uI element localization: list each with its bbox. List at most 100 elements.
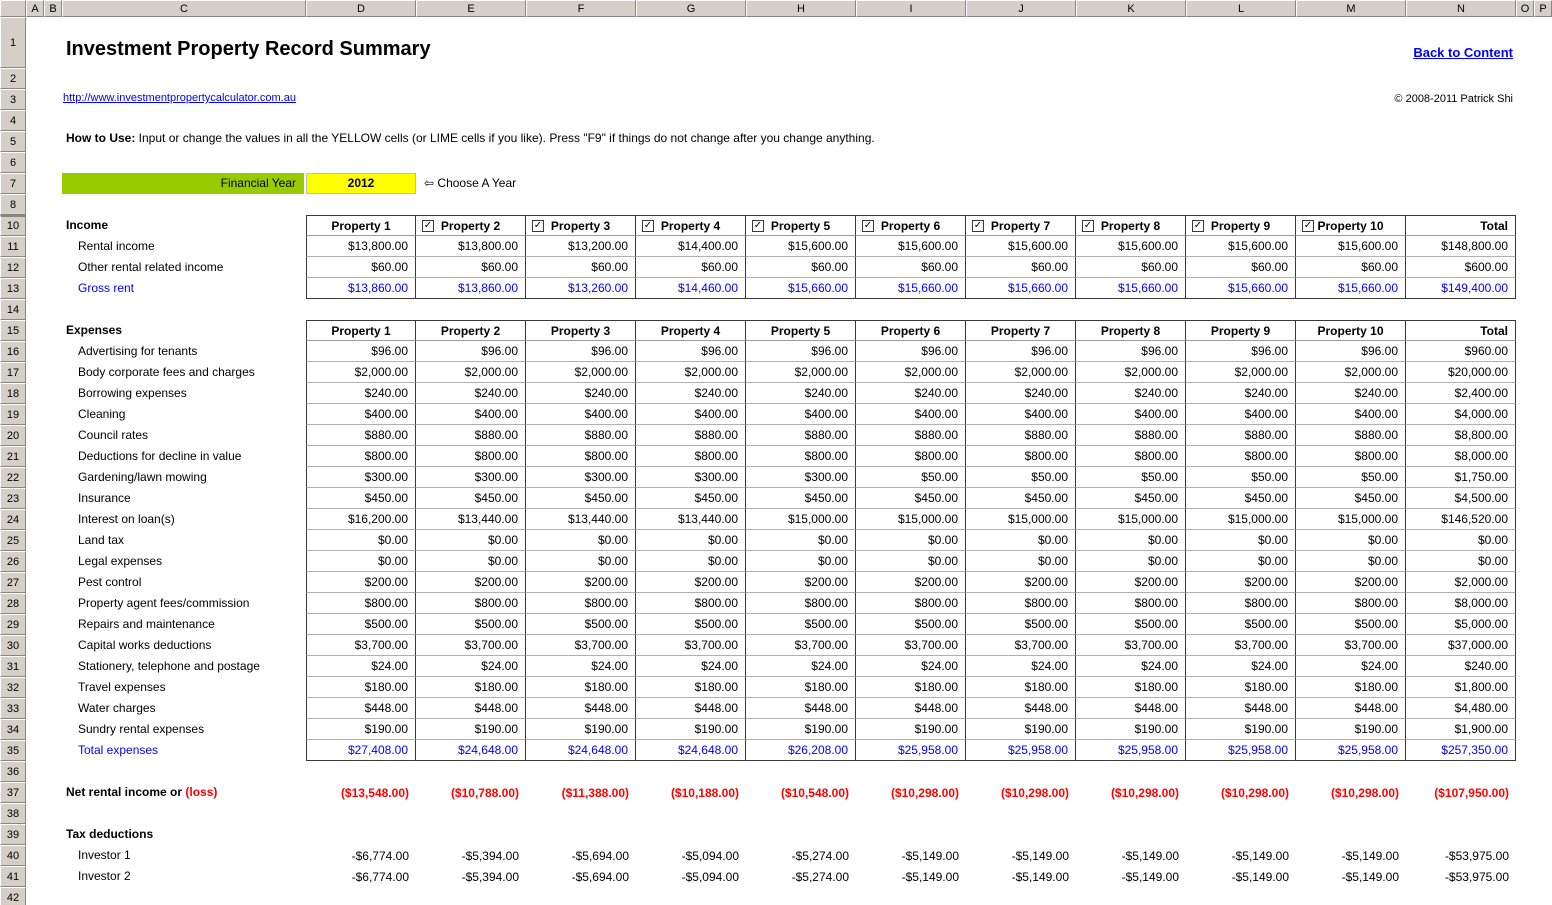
expenses-cell[interactable]: $0.00 xyxy=(526,530,636,551)
income-cell[interactable]: $15,660.00 xyxy=(856,278,966,299)
column-header-K[interactable]: K xyxy=(1076,0,1186,17)
expenses-cell[interactable]: $500.00 xyxy=(746,614,856,635)
expenses-cell[interactable]: $450.00 xyxy=(1186,488,1296,509)
tax-deduction-value-cell[interactable]: -$5,694.00 xyxy=(526,866,636,887)
expenses-cell[interactable]: $180.00 xyxy=(1076,677,1186,698)
expenses-cell[interactable]: $200.00 xyxy=(856,572,966,593)
expenses-cell[interactable]: $24.00 xyxy=(966,656,1076,677)
expenses-cell[interactable]: $448.00 xyxy=(1186,698,1296,719)
row-header-29[interactable]: 29 xyxy=(0,614,26,635)
income-cell[interactable]: $60.00 xyxy=(416,257,526,278)
expenses-cell[interactable]: $448.00 xyxy=(526,698,636,719)
expenses-cell[interactable]: $24.00 xyxy=(746,656,856,677)
expenses-cell[interactable]: $0.00 xyxy=(636,551,746,572)
expenses-cell[interactable]: $24.00 xyxy=(1076,656,1186,677)
expenses-cell[interactable]: $13,440.00 xyxy=(636,509,746,530)
expenses-cell[interactable]: $180.00 xyxy=(966,677,1076,698)
column-header-D[interactable]: D xyxy=(306,0,416,17)
expenses-cell[interactable]: $240.00 xyxy=(1186,383,1296,404)
expenses-cell[interactable]: $400.00 xyxy=(1296,404,1406,425)
website-link[interactable]: http://www.investmentpropertycalculator.… xyxy=(63,92,296,104)
expenses-cell[interactable]: $880.00 xyxy=(1076,425,1186,446)
expenses-cell[interactable]: $500.00 xyxy=(526,614,636,635)
expenses-cell[interactable]: $800.00 xyxy=(1076,446,1186,467)
income-cell[interactable]: $15,600.00 xyxy=(746,236,856,257)
income-column-header[interactable]: Property 1 xyxy=(306,215,416,236)
back-to-content-link[interactable]: Back to Content xyxy=(1413,45,1513,60)
expenses-cell[interactable]: $15,000.00 xyxy=(1296,509,1406,530)
income-cell[interactable]: $15,600.00 xyxy=(1296,236,1406,257)
expenses-cell[interactable]: $15,000.00 xyxy=(1186,509,1296,530)
expenses-cell[interactable]: $3,700.00 xyxy=(1186,635,1296,656)
row-header-30[interactable]: 30 xyxy=(0,635,26,656)
property-checkbox[interactable]: ✓ xyxy=(642,220,654,232)
expenses-cell[interactable]: $0.00 xyxy=(1076,530,1186,551)
column-header-I[interactable]: I xyxy=(856,0,966,17)
expenses-cell[interactable]: $96.00 xyxy=(1186,341,1296,362)
expenses-cell[interactable]: $880.00 xyxy=(526,425,636,446)
row-header-38[interactable]: 38 xyxy=(0,803,26,824)
expenses-column-header[interactable]: Property 9 xyxy=(1186,320,1296,341)
expenses-cell[interactable]: $0.00 xyxy=(856,530,966,551)
expenses-cell[interactable]: $2,000.00 xyxy=(306,362,416,383)
income-column-header[interactable]: ✓Property 3 xyxy=(526,215,636,236)
expenses-cell[interactable]: $8,800.00 xyxy=(1406,425,1516,446)
column-header-F[interactable]: F xyxy=(526,0,636,17)
expenses-cell[interactable]: $0.00 xyxy=(856,551,966,572)
expenses-cell[interactable]: $880.00 xyxy=(746,425,856,446)
expenses-column-header[interactable]: Property 2 xyxy=(416,320,526,341)
expenses-cell[interactable]: $27,408.00 xyxy=(306,740,416,761)
expenses-cell[interactable]: $15,000.00 xyxy=(966,509,1076,530)
expenses-cell[interactable]: $190.00 xyxy=(526,719,636,740)
expenses-cell[interactable]: $448.00 xyxy=(1076,698,1186,719)
expenses-cell[interactable]: $448.00 xyxy=(636,698,746,719)
expenses-cell[interactable]: $146,520.00 xyxy=(1406,509,1516,530)
income-column-header[interactable]: ✓Property 5 xyxy=(746,215,856,236)
column-header-L[interactable]: L xyxy=(1186,0,1296,17)
row-header-31[interactable]: 31 xyxy=(0,656,26,677)
property-checkbox[interactable]: ✓ xyxy=(532,220,544,232)
tax-deduction-value-cell[interactable]: -$5,149.00 xyxy=(1186,845,1296,866)
expenses-cell[interactable]: $24.00 xyxy=(856,656,966,677)
expenses-column-header[interactable]: Property 8 xyxy=(1076,320,1186,341)
row-header-35[interactable]: 35 xyxy=(0,740,26,761)
expenses-cell[interactable]: $2,000.00 xyxy=(746,362,856,383)
row-header-27[interactable]: 27 xyxy=(0,572,26,593)
expenses-cell[interactable]: $24,648.00 xyxy=(416,740,526,761)
row-header-18[interactable]: 18 xyxy=(0,383,26,404)
expenses-cell[interactable]: $96.00 xyxy=(636,341,746,362)
expenses-cell[interactable]: $240.00 xyxy=(416,383,526,404)
expenses-cell[interactable]: $2,000.00 xyxy=(966,362,1076,383)
expenses-cell[interactable]: $25,958.00 xyxy=(966,740,1076,761)
expenses-cell[interactable]: $0.00 xyxy=(526,551,636,572)
expenses-cell[interactable]: $2,000.00 xyxy=(1406,572,1516,593)
expenses-cell[interactable]: $50.00 xyxy=(856,467,966,488)
net-rental-value-cell[interactable]: ($10,548.00) xyxy=(746,782,856,803)
expenses-cell[interactable]: $15,000.00 xyxy=(1076,509,1186,530)
expenses-cell[interactable]: $0.00 xyxy=(1406,530,1516,551)
tax-deduction-value-cell[interactable]: -$5,149.00 xyxy=(856,845,966,866)
expenses-cell[interactable]: $800.00 xyxy=(636,446,746,467)
expenses-cell[interactable]: $200.00 xyxy=(416,572,526,593)
expenses-cell[interactable]: $180.00 xyxy=(416,677,526,698)
expenses-cell[interactable]: $240.00 xyxy=(966,383,1076,404)
expenses-cell[interactable]: $0.00 xyxy=(1406,551,1516,572)
income-cell[interactable]: $13,800.00 xyxy=(306,236,416,257)
expenses-cell[interactable]: $500.00 xyxy=(1186,614,1296,635)
income-column-header[interactable]: ✓Property 2 xyxy=(416,215,526,236)
select-all-corner[interactable] xyxy=(0,0,26,17)
income-cell[interactable]: $60.00 xyxy=(1296,257,1406,278)
net-rental-value-cell[interactable]: ($107,950.00) xyxy=(1406,782,1516,803)
income-cell[interactable]: $149,400.00 xyxy=(1406,278,1516,299)
column-header-A[interactable]: A xyxy=(26,0,44,17)
income-column-header[interactable]: ✓Property 6 xyxy=(856,215,966,236)
tax-deduction-value-cell[interactable]: -$5,274.00 xyxy=(746,866,856,887)
expenses-cell[interactable]: $240.00 xyxy=(856,383,966,404)
expenses-cell[interactable]: $450.00 xyxy=(416,488,526,509)
expenses-cell[interactable]: $96.00 xyxy=(1076,341,1186,362)
expenses-cell[interactable]: $800.00 xyxy=(856,446,966,467)
expenses-cell[interactable]: $0.00 xyxy=(1186,530,1296,551)
row-header-15[interactable]: 15 xyxy=(0,320,26,341)
expenses-cell[interactable]: $400.00 xyxy=(856,404,966,425)
tax-deduction-value-cell[interactable]: -$53,975.00 xyxy=(1406,866,1516,887)
